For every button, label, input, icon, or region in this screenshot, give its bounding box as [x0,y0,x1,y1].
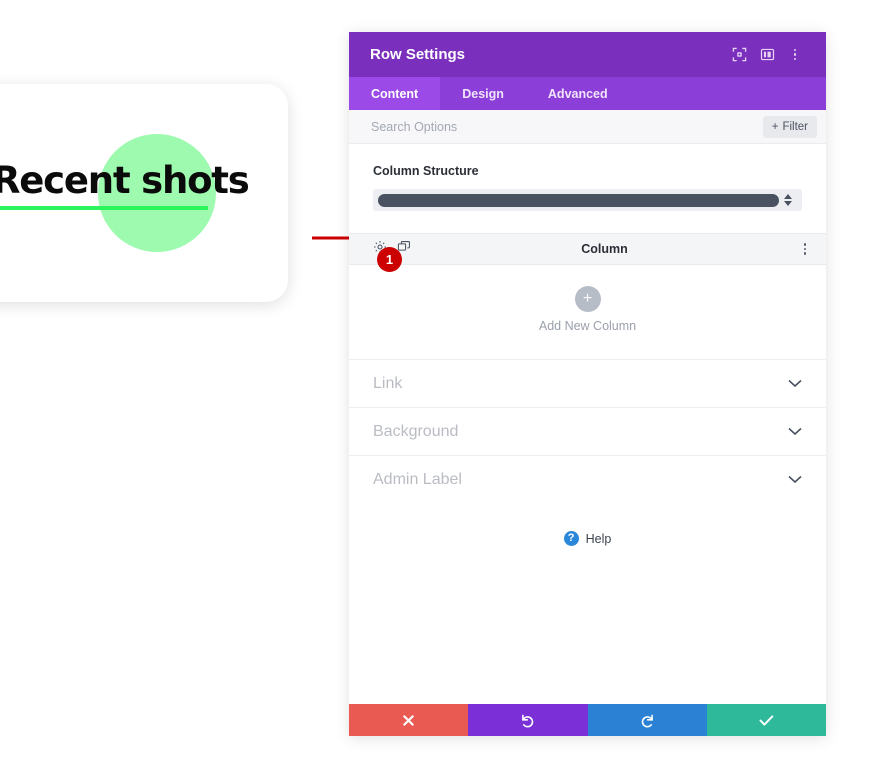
panel-header: Row Settings [349,32,826,77]
preview-card: Recent shots [0,84,288,302]
column-row-overflow-menu-icon[interactable] [798,243,812,255]
filter-button-label: Filter [782,120,808,133]
search-bar: + Filter [349,110,826,144]
tab-advanced[interactable]: Advanced [526,77,630,110]
add-new-column-button[interactable]: + Add New Column [349,265,826,359]
add-new-column-label: Add New Column [538,319,637,333]
filter-button[interactable]: + Filter [762,115,817,138]
panel-tabs: Content Design Advanced [349,77,826,110]
overflow-menu-icon[interactable] [781,41,809,69]
chevron-down-icon [788,471,802,489]
chevron-down-icon [788,423,802,441]
annotation-step-badge: 1 [377,247,402,272]
accordion-background-label: Background [373,422,459,440]
cancel-button[interactable] [349,704,469,736]
preview-content: Recent shots [0,84,288,302]
search-input[interactable] [371,119,763,134]
column-structure-preview-bar [378,193,779,207]
plus-icon: + [574,286,601,312]
green-underline-decoration [0,206,208,210]
panel-title: Row Settings [370,46,466,63]
preview-heading-wrap: Recent shots [0,159,252,210]
tab-design[interactable]: Design [440,77,526,110]
column-structure-label: Column Structure [373,164,479,178]
column-structure-block: Column Structure [349,144,826,211]
chevron-down-icon [788,375,802,393]
column-row-label: Column [581,242,628,256]
column-row[interactable]: Column [349,233,826,265]
panel-footer [349,704,826,736]
accordion-admin-label-label: Admin Label [373,470,462,488]
accordion-link-label: Link [373,374,403,392]
accordion-link[interactable]: Link [349,359,826,407]
help-label: Help [585,531,612,546]
row-settings-panel: Row Settings Content Design Advanced Sea… [349,32,826,736]
panel-body: Column Structure Column + Add New Column… [349,144,826,704]
save-button[interactable] [706,704,826,736]
preview-heading-text: Recent shots [0,159,250,202]
column-structure-select[interactable] [373,189,802,211]
focus-fullscreen-icon[interactable] [725,41,753,69]
split-view-icon[interactable] [753,41,781,69]
help-link[interactable]: ? Help [349,503,826,574]
undo-button[interactable] [468,704,588,736]
help-question-icon: ? [563,531,579,546]
accordion-admin-label[interactable]: Admin Label [349,455,826,503]
overflow-dots [788,48,802,61]
tab-content[interactable]: Content [349,77,441,110]
redo-button[interactable] [587,704,707,736]
plus-icon: + [771,120,779,133]
stepper-arrows-icon [779,194,797,206]
accordion-background[interactable]: Background [349,407,826,455]
spacer [349,211,826,233]
